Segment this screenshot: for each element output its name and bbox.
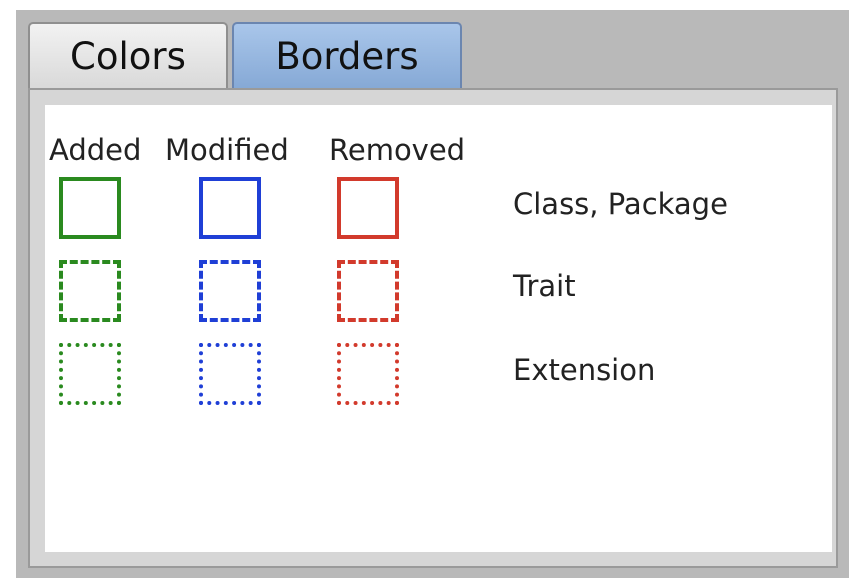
row-label-trait: Trait [513, 269, 576, 303]
tab-bar: Colors Borders [16, 10, 849, 88]
border-sample-modified-dotted [199, 343, 261, 405]
border-sample-added-solid [59, 177, 121, 239]
border-sample-removed-solid [337, 177, 399, 239]
border-sample-modified-solid [199, 177, 261, 239]
borders-panel: Added Modified Removed Class, Package Tr… [28, 88, 838, 568]
column-header-modified: Modified [165, 133, 289, 167]
border-sample-removed-dashed [337, 260, 399, 322]
border-sample-added-dotted [59, 343, 121, 405]
column-header-added: Added [49, 133, 142, 167]
border-sample-modified-dashed [199, 260, 261, 322]
row-label-extension: Extension [513, 353, 656, 387]
settings-window: Colors Borders Added Modified Removed Cl… [16, 10, 849, 578]
tab-colors[interactable]: Colors [28, 22, 228, 88]
column-header-removed: Removed [329, 133, 466, 167]
row-label-class-package: Class, Package [513, 187, 728, 221]
borders-legend: Added Modified Removed Class, Package Tr… [45, 105, 832, 552]
border-sample-added-dashed [59, 260, 121, 322]
tab-borders[interactable]: Borders [232, 22, 462, 88]
border-sample-removed-dotted [337, 343, 399, 405]
